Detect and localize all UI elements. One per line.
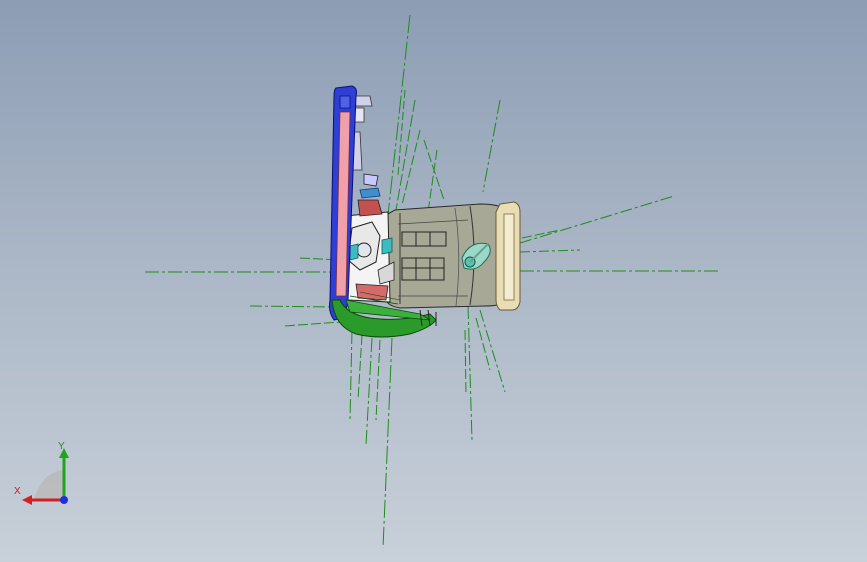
model-canvas[interactable]: [0, 0, 867, 562]
x-axis-label: X: [14, 486, 21, 497]
main-housing[interactable]: [383, 201, 521, 311]
graphics-viewport[interactable]: Y X: [0, 0, 867, 562]
y-axis-label: Y: [58, 441, 65, 452]
z-axis-dot: [60, 496, 68, 504]
coordinate-triad: Y X: [14, 440, 78, 508]
